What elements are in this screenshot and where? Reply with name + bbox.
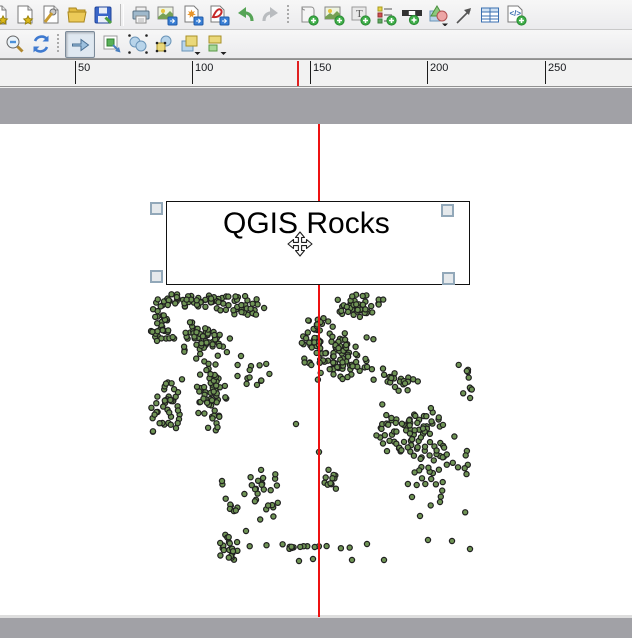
export-image-icon[interactable] (154, 2, 180, 28)
add-arrow-icon[interactable] (451, 2, 477, 28)
new-composition-icon[interactable] (0, 2, 12, 28)
ungroup-items-icon[interactable] (151, 31, 177, 57)
add-shape-icon[interactable] (425, 2, 451, 28)
resize-handle[interactable] (150, 202, 163, 215)
composer-edit-toolbar (0, 30, 632, 59)
raise-items-icon[interactable] (177, 31, 203, 57)
print-icon[interactable] (128, 2, 154, 28)
label-item[interactable]: QGIS Rocks (166, 201, 470, 285)
ruler-tick-label: 250 (548, 62, 566, 74)
toolbar-grip[interactable] (286, 5, 291, 25)
resize-handle[interactable] (441, 204, 454, 217)
add-map-icon[interactable] (295, 2, 321, 28)
ruler-tick (75, 61, 76, 84)
move-item-content-icon[interactable] (99, 31, 125, 57)
ruler-tick-label: 200 (430, 62, 448, 74)
undo-icon[interactable] (232, 2, 258, 28)
ruler-tick-label: 150 (313, 62, 331, 74)
redo-icon[interactable] (258, 2, 284, 28)
add-attribute-table-icon[interactable] (477, 2, 503, 28)
paper-bottom-edge (0, 615, 632, 618)
composition-manager-icon[interactable] (38, 2, 64, 28)
ruler-tick-label: 100 (195, 62, 213, 74)
export-pdf-icon[interactable] (206, 2, 232, 28)
ruler-tick (310, 61, 311, 84)
ruler-tick (427, 61, 428, 84)
composer-workspace[interactable] (0, 88, 632, 638)
duplicate-composition-icon[interactable] (12, 2, 38, 28)
resize-handle[interactable] (150, 270, 163, 283)
ruler-tick (192, 61, 193, 84)
add-html-icon[interactable]: </> (503, 2, 529, 28)
select-move-item-button[interactable] (65, 31, 95, 58)
paper-page[interactable] (0, 124, 632, 616)
ruler-tick (545, 61, 546, 84)
qgis-print-composer-window: { "toolbar_main": { "icons": ["new-compo… (0, 0, 632, 638)
toolbar-grip[interactable] (56, 34, 61, 54)
add-image-icon[interactable] (321, 2, 347, 28)
ruler-tick-label: 50 (78, 62, 90, 74)
guide-line[interactable] (318, 124, 320, 617)
add-legend-icon[interactable] (373, 2, 399, 28)
add-scalebar-icon[interactable] (399, 2, 425, 28)
resize-handle[interactable] (442, 272, 455, 285)
horizontal-ruler[interactable]: 50 100 150 200 250 (0, 59, 632, 87)
ruler-pointer-marker (297, 61, 299, 86)
group-items-icon[interactable] (125, 31, 151, 57)
composer-main-toolbar: T </> (0, 0, 632, 30)
refresh-icon[interactable] (28, 31, 54, 57)
move-cursor-icon (287, 231, 313, 257)
zoom-out-icon[interactable] (2, 31, 28, 57)
align-items-icon[interactable] (203, 31, 229, 57)
save-icon[interactable] (90, 2, 116, 28)
toolbar-separator (120, 4, 124, 26)
export-svg-icon[interactable] (180, 2, 206, 28)
open-folder-icon[interactable] (64, 2, 90, 28)
add-label-icon[interactable]: T (347, 2, 373, 28)
